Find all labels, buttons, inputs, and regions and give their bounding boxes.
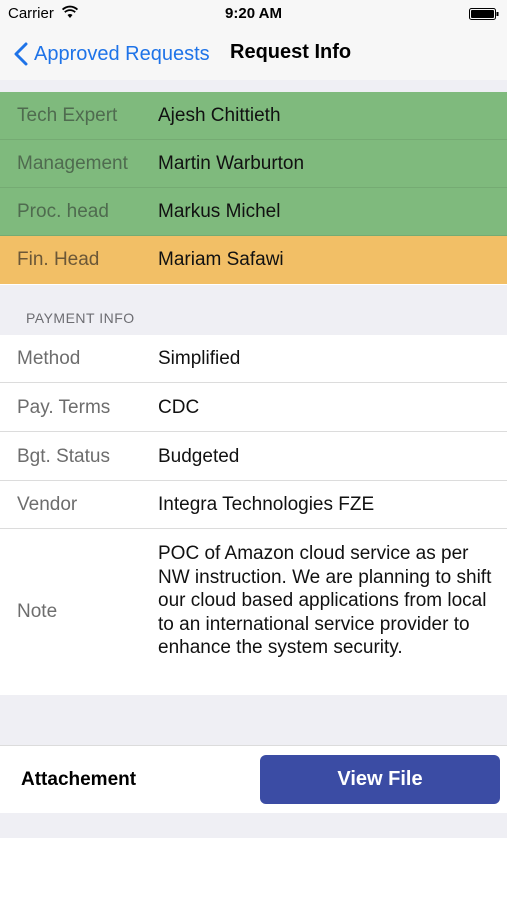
navigation-bar: Approved Requests Request Info [0,28,507,81]
back-button-label: Approved Requests [34,42,210,65]
payment-row-method: Method Simplified [0,335,507,383]
field-value: Integra Technologies FZE [158,494,375,515]
approval-name: Ajesh Chittieth [158,105,281,126]
field-value: CDC [158,397,200,418]
field-value: Budgeted [158,446,240,467]
attachment-row: Attachement View File [0,745,507,815]
approval-name: Markus Michel [158,201,281,222]
approval-row-fin-head: Fin. Head Mariam Safawi [0,236,507,284]
approval-row-tech-expert: Tech Expert Ajesh Chittieth [0,92,507,140]
section-spacer [0,695,507,745]
payment-row-vendor: Vendor Integra Technologies FZE [0,481,507,529]
approval-role: Proc. head [17,201,109,222]
approval-name: Martin Warburton [158,153,305,174]
field-label: Note [17,601,58,622]
approval-row-proc-head: Proc. head Markus Michel [0,188,507,236]
payment-row-note: Note POC of Amazon cloud service as per … [0,530,507,696]
chevron-left-icon [14,42,28,66]
status-bar: Carrier 9:20 AM [0,0,507,28]
payment-row-pay-terms: Pay. Terms CDC [0,384,507,432]
approval-role: Tech Expert [17,105,118,126]
bottom-spacer [0,813,507,838]
note-text: POC of Amazon cloud service as per NW in… [158,543,492,658]
field-label: Method [17,348,81,369]
scrolled-section-header [0,80,507,92]
back-button[interactable]: Approved Requests [14,40,210,68]
battery-icon [469,8,499,20]
payment-row-bgt-status: Bgt. Status Budgeted [0,433,507,481]
field-value: Simplified [158,348,241,369]
page-title: Request Info [230,41,352,63]
field-label: Pay. Terms [17,397,111,418]
field-label: Vendor [17,494,78,515]
approval-role: Management [17,153,128,174]
attachment-label: Attachement [21,769,137,790]
approval-row-management: Management Martin Warburton [0,140,507,188]
approval-name: Mariam Safawi [158,249,284,270]
clock: 9:20 AM [225,5,282,22]
view-file-button[interactable]: View File [260,755,500,804]
approval-role: Fin. Head [17,249,100,270]
field-label: Bgt. Status [17,446,110,467]
section-title: PAYMENT INFO [26,310,135,326]
payment-section-header: PAYMENT INFO [0,285,507,335]
